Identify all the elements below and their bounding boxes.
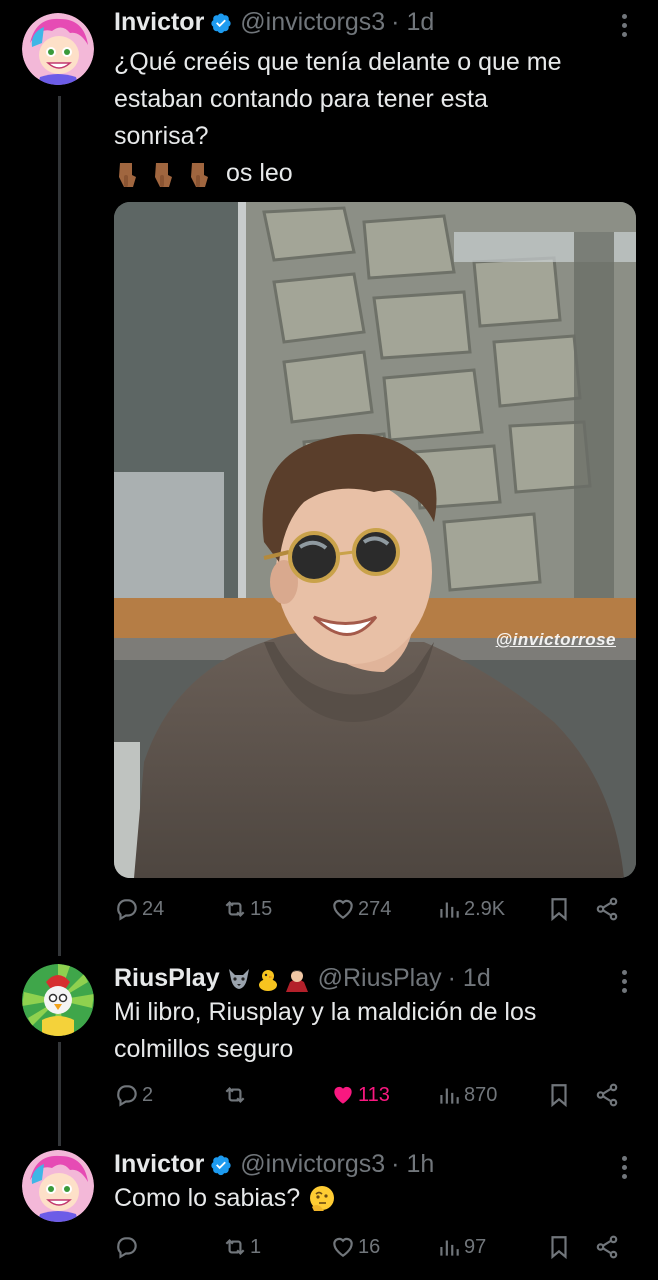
reply-button[interactable]: 2: [114, 1082, 153, 1108]
share-button[interactable]: [594, 896, 622, 922]
avatar[interactable]: [22, 13, 94, 85]
tweet-text-line: Mi libro, Riusplay y la maldición de los: [114, 998, 537, 1026]
like-button[interactable]: 16: [330, 1234, 380, 1260]
reply-button[interactable]: 24: [114, 896, 164, 922]
retweet-button[interactable]: 1: [222, 1234, 261, 1260]
tweet-text: Mi libro, Riusplay y la maldición de los…: [114, 994, 634, 1068]
retweet-count: 1: [250, 1235, 262, 1258]
tweet-header: RiusPlay @RiusPlay · 1d: [114, 964, 491, 993]
more-options-icon[interactable]: [622, 1156, 628, 1183]
tweet-reply[interactable]: RiusPlay @RiusPlay · 1d Mi libro, Riuspl…: [0, 956, 658, 1126]
timestamp[interactable]: · 1d: [391, 8, 434, 37]
reply-icon: [117, 1237, 137, 1259]
views-button[interactable]: 870: [436, 1082, 497, 1108]
views-count: 2.9K: [464, 897, 506, 920]
chick-icon: [258, 969, 277, 991]
like-count: 113: [358, 1083, 390, 1106]
bookmark-button[interactable]: [546, 896, 574, 922]
author-name[interactable]: RiusPlay: [114, 964, 220, 993]
more-options-icon[interactable]: [622, 970, 628, 997]
verified-badge-icon: [211, 1154, 231, 1175]
wolf-icon: [228, 968, 249, 989]
author-name[interactable]: Invictor: [114, 1150, 204, 1179]
tweet-photo[interactable]: @invictorrose: [114, 202, 636, 878]
views-chart-icon: [440, 1240, 459, 1256]
like-button[interactable]: 113: [330, 1082, 390, 1108]
timestamp[interactable]: · 1h: [391, 1150, 434, 1179]
tweet-emoji-line: os leo: [114, 155, 634, 192]
share-icon: [596, 897, 618, 921]
tweet-text: Como lo sabias?: [114, 1180, 634, 1217]
tweet-text-line: estaban contando para tener esta: [114, 85, 488, 113]
pointing-down-hand-icon: [119, 162, 136, 187]
vampire-icon: [285, 969, 308, 992]
heart-icon: [333, 1237, 353, 1257]
tweet-main[interactable]: Invictor @invictorgs3 · 1d ¿Qué creéis q…: [0, 0, 658, 950]
views-chart-icon: [440, 902, 459, 918]
action-bar: 2 113 870: [114, 1082, 634, 1118]
like-button[interactable]: 274: [330, 896, 391, 922]
action-bar: 24 15 274 2.9K: [114, 896, 634, 932]
image-watermark: @invictorrose: [495, 630, 616, 649]
tweet-text-line: Como lo sabias?: [114, 1184, 301, 1212]
like-count: 274: [358, 897, 392, 920]
tweet-text-line: ¿Qué creéis que tenía delante o que me: [114, 48, 562, 76]
reply-button[interactable]: [114, 1234, 142, 1260]
author-handle[interactable]: @invictorgs3: [240, 8, 385, 37]
tweet-text-line: colmillos seguro: [114, 1035, 294, 1063]
views-count: 97: [464, 1235, 487, 1258]
retweet-icon: [225, 1086, 245, 1104]
bookmark-icon: [551, 1084, 567, 1108]
like-count: 16: [358, 1235, 381, 1258]
thinking-face-icon: [310, 1185, 335, 1211]
tweet-reply[interactable]: Invictor @invictorgs3 · 1h Como lo sabia…: [0, 1142, 658, 1280]
bookmark-button[interactable]: [546, 1082, 574, 1108]
bookmark-icon: [551, 898, 567, 922]
retweet-icon: [225, 900, 245, 918]
views-count: 870: [464, 1083, 498, 1106]
tweet-text: ¿Qué creéis que tenía delante o que me e…: [114, 44, 634, 192]
share-icon: [596, 1235, 618, 1259]
share-button[interactable]: [594, 1234, 622, 1260]
name-emojis: [226, 966, 310, 992]
share-icon: [596, 1083, 618, 1107]
retweet-icon: [225, 1238, 245, 1256]
bookmark-icon: [551, 1236, 567, 1260]
avatar[interactable]: [22, 964, 94, 1036]
retweet-count: 15: [250, 897, 273, 920]
tweet-text-line: sonrisa?: [114, 122, 209, 150]
tweet-text-line: os leo: [226, 159, 293, 187]
timestamp[interactable]: · 1d: [448, 964, 491, 993]
reply-icon: [117, 1085, 137, 1107]
action-bar: 1 16 97: [114, 1234, 634, 1270]
author-handle[interactable]: @invictorgs3: [240, 1150, 385, 1179]
verified-badge-icon: [211, 12, 231, 33]
tweet-header: Invictor @invictorgs3 · 1d: [114, 8, 434, 37]
heart-filled-icon: [334, 1086, 352, 1104]
more-options-icon[interactable]: [622, 14, 628, 41]
retweet-button[interactable]: [222, 1082, 250, 1108]
views-chart-icon: [440, 1088, 459, 1104]
heart-icon: [333, 899, 353, 919]
author-handle[interactable]: @RiusPlay: [318, 964, 442, 993]
tweet-header: Invictor @invictorgs3 · 1h: [114, 1150, 434, 1179]
reply-count: 24: [142, 897, 165, 920]
pointing-down-hand-icon: [191, 162, 208, 187]
author-name[interactable]: Invictor: [114, 8, 204, 37]
share-button[interactable]: [594, 1082, 622, 1108]
pointing-down-hand-icon: [155, 162, 172, 187]
retweet-button[interactable]: 15: [222, 896, 272, 922]
views-button[interactable]: 2.9K: [436, 896, 505, 922]
views-button[interactable]: 97: [436, 1234, 486, 1260]
avatar[interactable]: [22, 1150, 94, 1222]
bookmark-button[interactable]: [546, 1234, 574, 1260]
reply-icon: [117, 899, 137, 921]
reply-count: 2: [142, 1083, 154, 1106]
